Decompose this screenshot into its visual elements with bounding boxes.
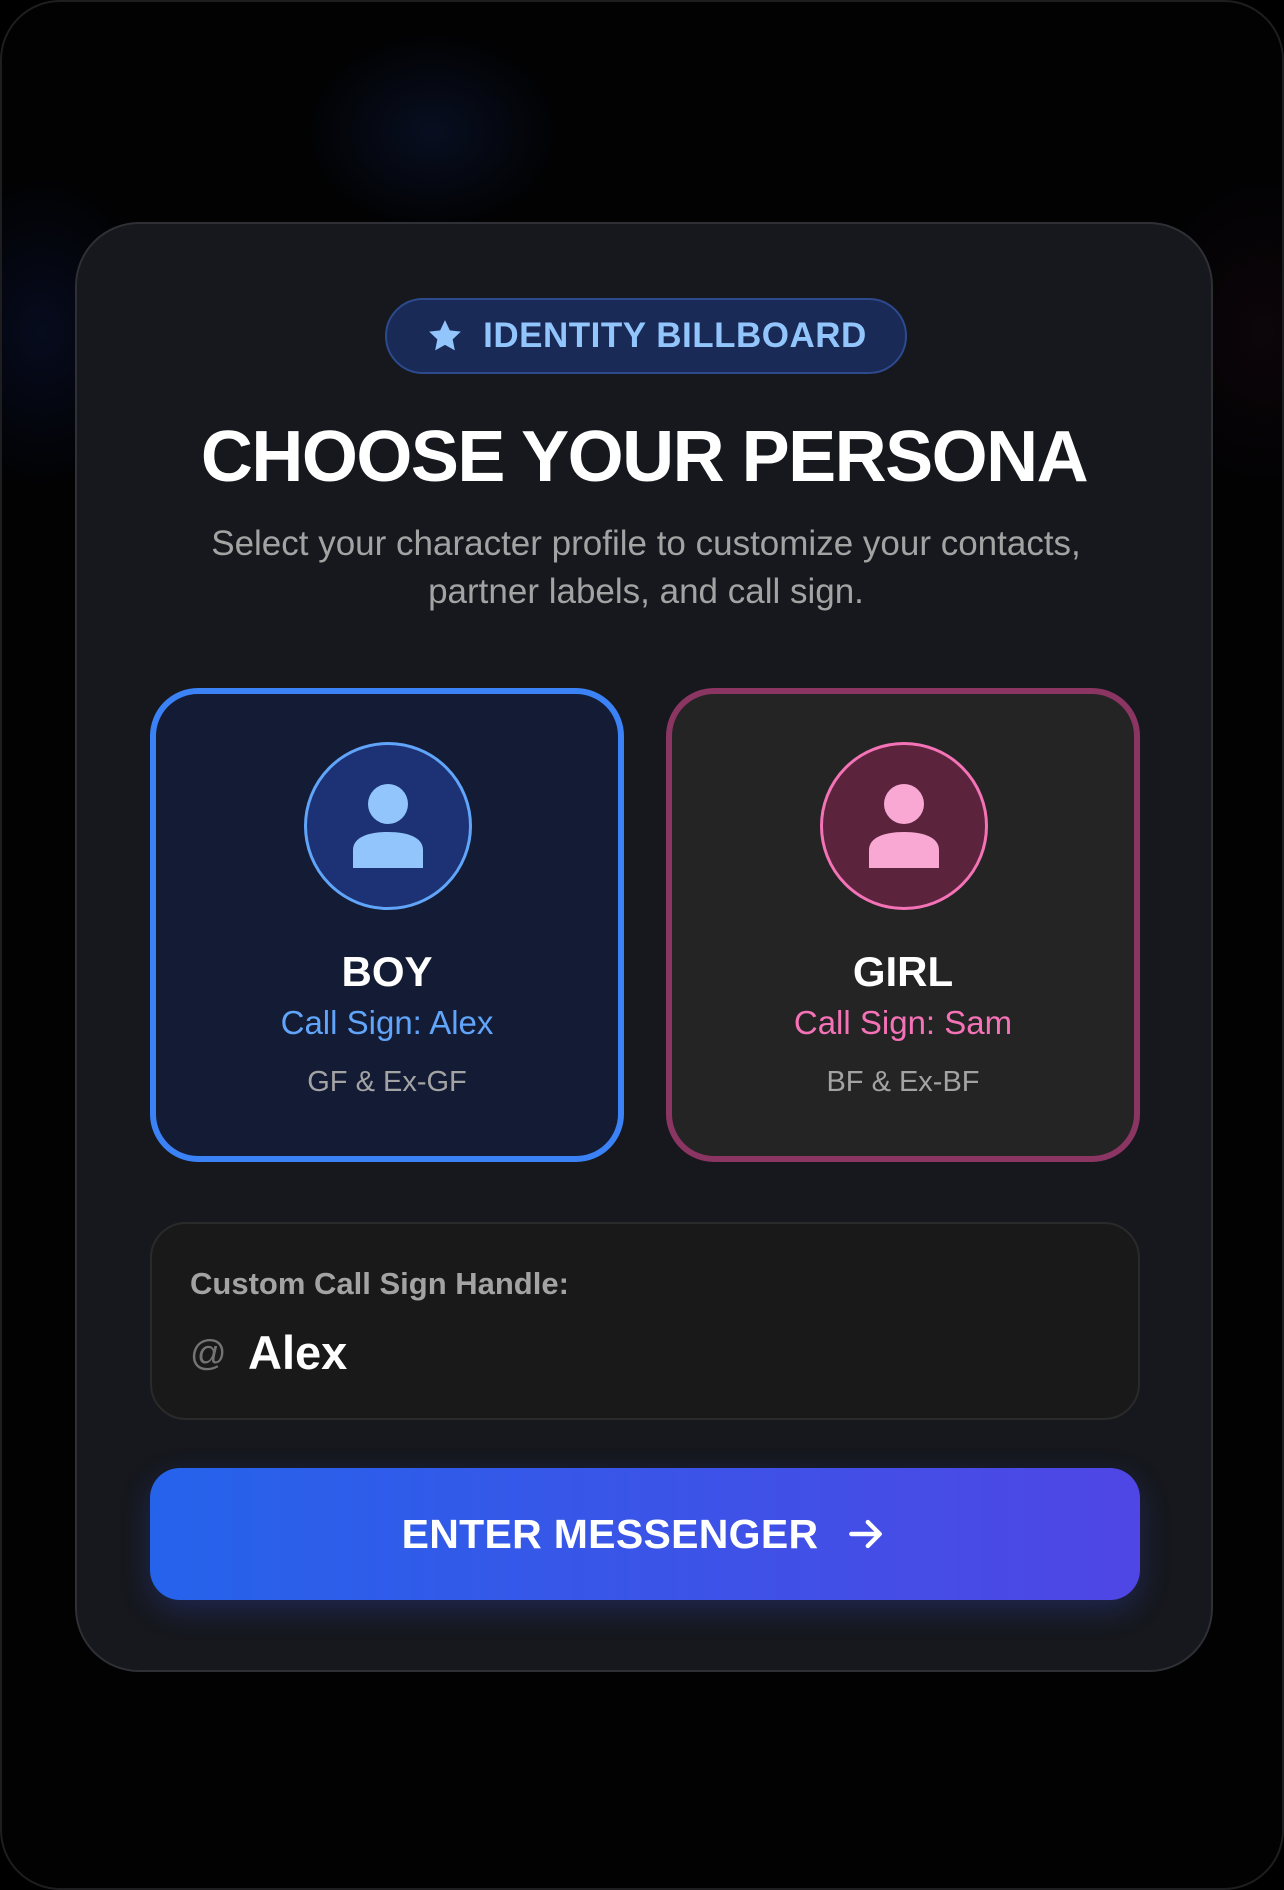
user-icon (353, 784, 423, 868)
persona-option-boy[interactable]: BOY Call Sign: Alex GF & Ex-GF (150, 688, 624, 1162)
enter-messenger-button[interactable]: ENTER MESSENGER (150, 1468, 1140, 1600)
star-icon (429, 320, 462, 351)
device-frame: IDENTITY BILLBOARD CHOOSE YOUR PERSONA S… (0, 0, 1284, 1890)
avatar (304, 742, 472, 910)
page-subtitle: Select your character profile to customi… (211, 524, 1081, 611)
handle-label: Custom Call Sign Handle: (190, 1266, 569, 1301)
persona-name: GIRL (852, 948, 954, 995)
badge-label: IDENTITY BILLBOARD (483, 316, 867, 355)
persona-call-sign: Call Sign: Sam (793, 1004, 1013, 1041)
persona-partner-labels: BF & Ex-BF (826, 1066, 980, 1098)
identity-badge: IDENTITY BILLBOARD (385, 298, 907, 374)
avatar (820, 742, 988, 910)
persona-name: BOY (341, 948, 433, 995)
call-sign-handle-field: Custom Call Sign Handle: @ (150, 1222, 1140, 1420)
persona-call-sign: Call Sign: Alex (280, 1004, 494, 1041)
call-sign-input[interactable] (248, 1318, 1108, 1386)
page-title: CHOOSE YOUR PERSONA (200, 417, 1089, 497)
enter-button-label: ENTER MESSENGER (401, 1510, 819, 1557)
persona-card: IDENTITY BILLBOARD CHOOSE YOUR PERSONA S… (75, 222, 1213, 1672)
arrow-right-icon (849, 1519, 883, 1549)
user-icon (869, 784, 939, 868)
at-icon: @ (190, 1332, 227, 1373)
persona-option-girl[interactable]: GIRL Call Sign: Sam BF & Ex-BF (666, 688, 1140, 1162)
persona-partner-labels: GF & Ex-GF (307, 1066, 467, 1098)
